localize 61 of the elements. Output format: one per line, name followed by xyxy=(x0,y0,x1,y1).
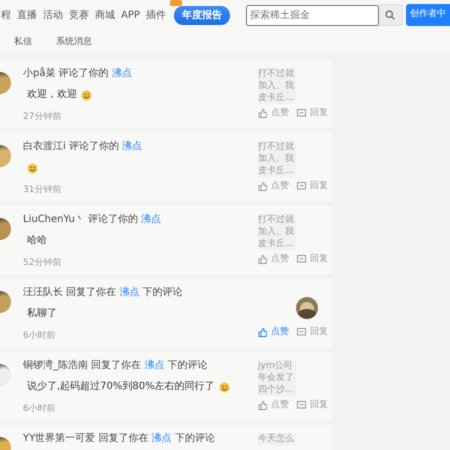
like-button[interactable]: 点赞 xyxy=(258,180,289,193)
quoted-pin-text: jym公司 年会发了 四个沙... xyxy=(258,360,296,396)
thumbs-up-icon xyxy=(258,328,267,337)
comment-icon xyxy=(297,108,306,118)
timestamp: 31分钟前 xyxy=(23,184,62,197)
nav-link[interactable]: 程 xyxy=(1,8,11,22)
comment-icon xyxy=(297,400,306,410)
pin-link[interactable]: 沸点 xyxy=(119,287,140,298)
comment-text: 说少了,起码超过70%到80%左右的同行了 xyxy=(27,380,215,394)
comment-text: 哈哈 xyxy=(27,234,47,248)
tab[interactable]: 系统消息 xyxy=(56,36,92,50)
reply-button[interactable]: 回复 xyxy=(297,398,328,412)
timestamp: 6小时前 xyxy=(23,403,57,416)
like-button[interactable]: 点赞 xyxy=(258,326,289,339)
like-button[interactable]: 点赞 xyxy=(258,252,289,266)
nav-link[interactable]: 商城 xyxy=(95,8,115,22)
pin-link[interactable]: 沸点 xyxy=(122,141,142,152)
notification-text: 汪汪队长 回复了你在 沸点 下的评论 xyxy=(23,286,184,299)
like-button[interactable]: 点赞 xyxy=(258,398,289,412)
tag-icon xyxy=(170,0,182,6)
thumbs-up-icon xyxy=(258,400,267,410)
creator-center-button[interactable]: 创作者中 xyxy=(406,4,450,26)
nav-link[interactable]: 活动 xyxy=(43,8,63,22)
reply-button[interactable]: 回复 xyxy=(297,106,328,120)
thumbs-up-icon xyxy=(258,108,267,118)
notification-text: 小på菜 评论了你的 沸点 xyxy=(23,67,133,80)
reply-button[interactable]: 回复 xyxy=(297,180,328,193)
nav-link[interactable]: 竞赛 xyxy=(69,8,89,22)
notification-text: 铜锣湾_陈浩南 回复了你在 沸点 下的评论 xyxy=(23,359,209,372)
pin-link[interactable]: 沸点 xyxy=(112,68,132,79)
tab[interactable]: 私信 xyxy=(14,36,32,50)
timestamp: 6小时前 xyxy=(23,330,57,343)
search-field[interactable]: 探索稀土掘金 xyxy=(246,4,379,26)
nav-link[interactable]: 直播 xyxy=(17,8,37,22)
thumbs-up-icon xyxy=(258,182,267,191)
search-icon xyxy=(385,10,396,20)
quoted-pin-text: 打不过就 加入、我 皮卡丘... xyxy=(258,214,296,250)
comment-icon xyxy=(297,254,306,264)
annual-report-badge[interactable]: 年度报告 xyxy=(174,6,230,24)
comment-icon xyxy=(297,328,306,337)
thumbs-up-icon xyxy=(258,254,267,264)
quoted-pin-text: 打不过就 加入、我 皮卡丘... xyxy=(258,141,296,177)
pin-link[interactable]: 沸点 xyxy=(144,360,164,371)
notification-text: LiuChenYu丶 评论了你的 沸点 xyxy=(23,213,162,226)
reply-button[interactable]: 回复 xyxy=(297,252,328,266)
timestamp: 52分钟前 xyxy=(23,257,62,270)
comment-text: 私聊了 xyxy=(27,307,57,321)
comment-text: 欢迎，欢迎 xyxy=(27,88,77,102)
timestamp: 27分钟前 xyxy=(23,111,62,124)
notification-text: YY世界第一可爱 回复了你在 沸点 下的评论 xyxy=(23,432,216,445)
like-button[interactable]: 点赞 xyxy=(258,106,289,120)
nav-link[interactable]: 插件 xyxy=(146,8,166,22)
notification-text: 白衣渡江i 评论了你的 沸点 xyxy=(23,140,144,153)
pin-link[interactable]: 沸点 xyxy=(152,433,172,444)
pin-link[interactable]: 沸点 xyxy=(141,214,162,225)
quoted-pin-text: 打不过就 加入、我 皮卡丘... xyxy=(258,68,296,104)
search-button[interactable] xyxy=(378,4,403,26)
nav-link[interactable]: APP xyxy=(121,8,140,22)
reply-button[interactable]: 回复 xyxy=(297,326,328,339)
comment-icon xyxy=(297,182,306,191)
quoted-pin-text: 今天怎么 xyxy=(258,433,296,445)
